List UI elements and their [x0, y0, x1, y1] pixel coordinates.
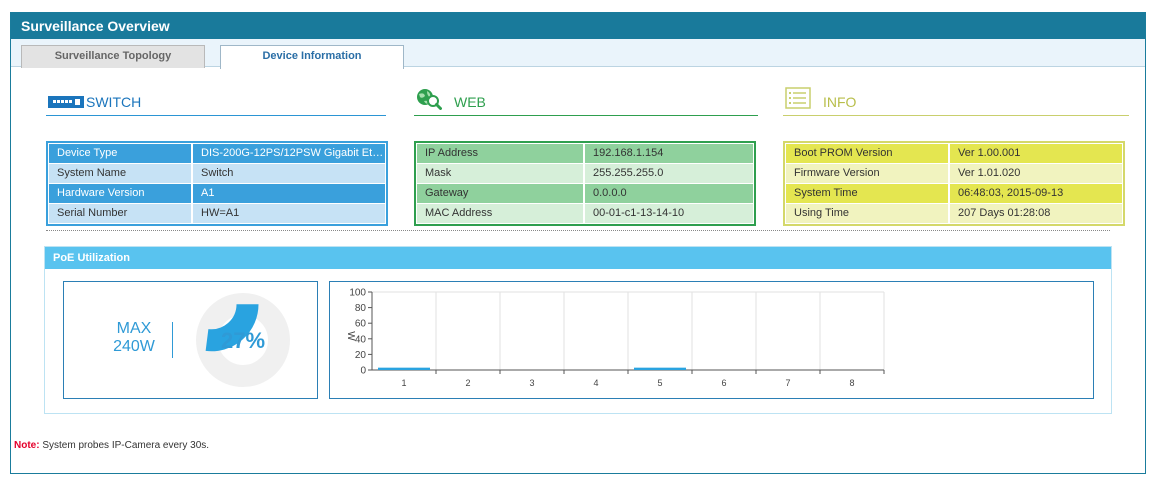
- x-tick-label: 1: [401, 378, 406, 388]
- switch-panel-title: SWITCH: [86, 94, 142, 110]
- field-value: Ver 1.00.001: [950, 144, 1122, 163]
- poe-utilization-panel: PoE Utilization MAX 240W 27% 0 20 40 60 80 10…: [44, 246, 1112, 414]
- tab-surveillance-topology[interactable]: Surveillance Topology: [21, 45, 205, 68]
- field-value: 192.168.1.154: [585, 144, 753, 163]
- table-row: System Time 06:48:03, 2015-09-13: [786, 184, 1122, 203]
- table-row: MAC Address 00-01-c1-13-14-10: [417, 204, 753, 223]
- section-divider: [46, 230, 1110, 231]
- field-value: 06:48:03, 2015-09-13: [950, 184, 1122, 203]
- y-tick-label: 80: [355, 303, 367, 314]
- chart-bar: [378, 367, 430, 370]
- switch-panel: SWITCH: [46, 90, 386, 116]
- table-row: Boot PROM Version Ver 1.00.001: [786, 144, 1122, 163]
- y-tick-label: 20: [355, 350, 367, 361]
- poe-gauge-box: MAX 240W 27%: [63, 281, 318, 399]
- table-row: Serial Number HW=A1: [49, 204, 385, 223]
- x-tick-label: 8: [849, 378, 854, 388]
- poe-panel-title: PoE Utilization: [45, 247, 1111, 269]
- web-panel-title: WEB: [454, 94, 486, 110]
- switch-info-table: Device Type DIS-200G-12PS/12PSW Gigabit E…: [46, 141, 388, 226]
- info-info-table: Boot PROM Version Ver 1.00.001 Firmware V…: [783, 141, 1125, 226]
- field-label: Gateway: [417, 184, 583, 203]
- field-label: Hardware Version: [49, 184, 191, 203]
- table-row: IP Address 192.168.1.154: [417, 144, 753, 163]
- field-label: Device Type: [49, 144, 191, 163]
- switch-panel-header: SWITCH: [46, 90, 386, 116]
- info-panel-title: INFO: [823, 94, 857, 110]
- table-row: Mask 255.255.255.0: [417, 164, 753, 183]
- table-row: Hardware Version A1: [49, 184, 385, 203]
- field-label: System Name: [49, 164, 191, 183]
- field-value: 00-01-c1-13-14-10: [585, 204, 753, 223]
- y-tick-label: 0: [360, 366, 366, 377]
- table-row: Device Type DIS-200G-12PS/12PSW Gigabit E…: [49, 144, 385, 163]
- note-body: System probes IP-Camera every 30s.: [39, 440, 210, 451]
- field-label: Using Time: [786, 204, 948, 223]
- x-tick-label: 6: [721, 378, 726, 388]
- tab-device-information[interactable]: Device Information: [220, 45, 404, 69]
- field-label: Firmware Version: [786, 164, 948, 183]
- table-row: Firmware Version Ver 1.01.020: [786, 164, 1122, 183]
- x-tick-label: 2: [465, 378, 470, 388]
- switch-icon: [48, 96, 84, 111]
- field-value: 207 Days 01:28:08: [950, 204, 1122, 223]
- table-row: Using Time 207 Days 01:28:08: [786, 204, 1122, 223]
- info-panel: INFO: [783, 87, 1129, 116]
- web-panel-header: WEB: [414, 88, 758, 116]
- y-axis-label: W: [345, 331, 356, 341]
- table-row: System Name Switch: [49, 164, 385, 183]
- gauge-percent-label: 27%: [221, 328, 265, 353]
- web-info-table: IP Address 192.168.1.154 Mask 255.255.255.…: [414, 141, 756, 226]
- table-row: Gateway 0.0.0.0: [417, 184, 753, 203]
- field-value: 255.255.255.0: [585, 164, 753, 183]
- field-value: HW=A1: [193, 204, 385, 223]
- x-tick-label: 3: [529, 378, 534, 388]
- list-icon: [785, 87, 811, 112]
- web-panel: WEB: [414, 88, 758, 116]
- max-label-line1: MAX: [116, 320, 152, 337]
- x-tick-label: 4: [593, 378, 598, 388]
- field-label: Boot PROM Version: [786, 144, 948, 163]
- chart-bar: [634, 367, 686, 370]
- poe-gauge: 27%: [196, 293, 290, 387]
- field-label: IP Address: [417, 144, 583, 163]
- gauge-separator: [172, 322, 173, 358]
- field-value: DIS-200G-12PS/12PSW Gigabit Ethe...: [193, 144, 385, 163]
- info-panel-header: INFO: [783, 87, 1129, 116]
- max-power-label: MAX 240W: [104, 320, 164, 356]
- note-label: Note:: [14, 440, 40, 451]
- globe-search-icon: [416, 88, 442, 113]
- poe-chart-box: 0 20 40 60 80 100 W 1 2 3 4 5 6 7 8: [329, 281, 1094, 399]
- field-label: Mask: [417, 164, 583, 183]
- x-tick-label: 5: [657, 378, 662, 388]
- window-title: Surveillance Overview: [11, 13, 1145, 39]
- tab-bar: Surveillance Topology Device Information: [11, 39, 1145, 69]
- field-value: A1: [193, 184, 385, 203]
- poe-bar-chart: 020406080100W1 2 3 4 5 6 7 8: [345, 288, 885, 388]
- field-label: MAC Address: [417, 204, 583, 223]
- field-label: System Time: [786, 184, 948, 203]
- field-value: 0.0.0.0: [585, 184, 753, 203]
- field-value: Ver 1.01.020: [950, 164, 1122, 183]
- y-tick-label: 100: [349, 288, 366, 299]
- note-text: Note: System probes IP-Camera every 30s.: [14, 440, 209, 451]
- field-label: Serial Number: [49, 204, 191, 223]
- x-tick-label: 7: [785, 378, 790, 388]
- field-value: Switch: [193, 164, 385, 183]
- max-label-line2: 240W: [113, 338, 155, 355]
- y-tick-label: 60: [355, 319, 367, 330]
